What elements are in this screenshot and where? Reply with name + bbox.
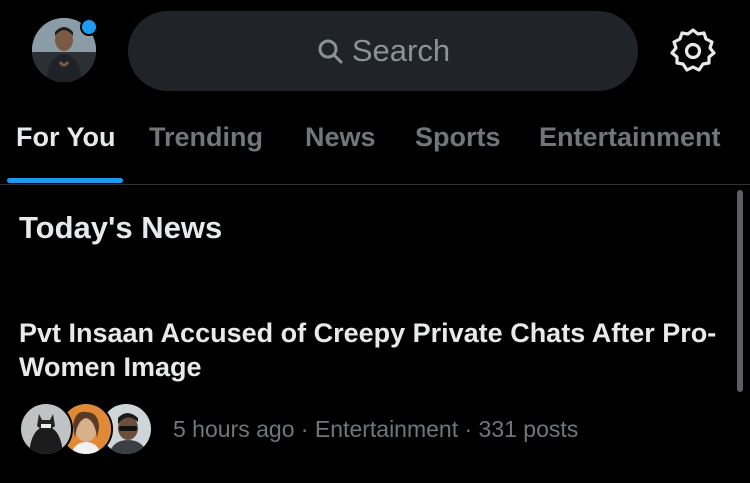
tab-news[interactable]: News: [305, 122, 376, 153]
tab-for-you[interactable]: For You: [16, 122, 116, 153]
settings-button[interactable]: [668, 26, 718, 76]
search-placeholder: Search: [351, 33, 451, 68]
section-title: Today's News: [19, 210, 223, 245]
tab-trending[interactable]: Trending: [149, 122, 263, 153]
search-icon: [316, 37, 344, 65]
participant-avatar: [19, 402, 73, 456]
tab-entertainment[interactable]: Entertainment: [539, 122, 721, 153]
scrollbar[interactable]: [737, 190, 743, 392]
search-input[interactable]: Search: [128, 11, 638, 91]
news-meta-row: 5 hours ago · Entertainment · 331 posts: [19, 400, 578, 458]
notification-dot: [80, 18, 98, 36]
news-headline-link[interactable]: Pvt Insaan Accused of Creepy Private Cha…: [19, 316, 719, 384]
tab-bar: For You Trending News Sports Entertainme…: [0, 100, 750, 185]
active-tab-indicator: [7, 178, 123, 183]
tab-sports[interactable]: Sports: [415, 122, 501, 153]
gear-icon: [670, 28, 716, 72]
news-meta: 5 hours ago · Entertainment · 331 posts: [173, 415, 579, 442]
profile-avatar-button[interactable]: [32, 18, 98, 84]
